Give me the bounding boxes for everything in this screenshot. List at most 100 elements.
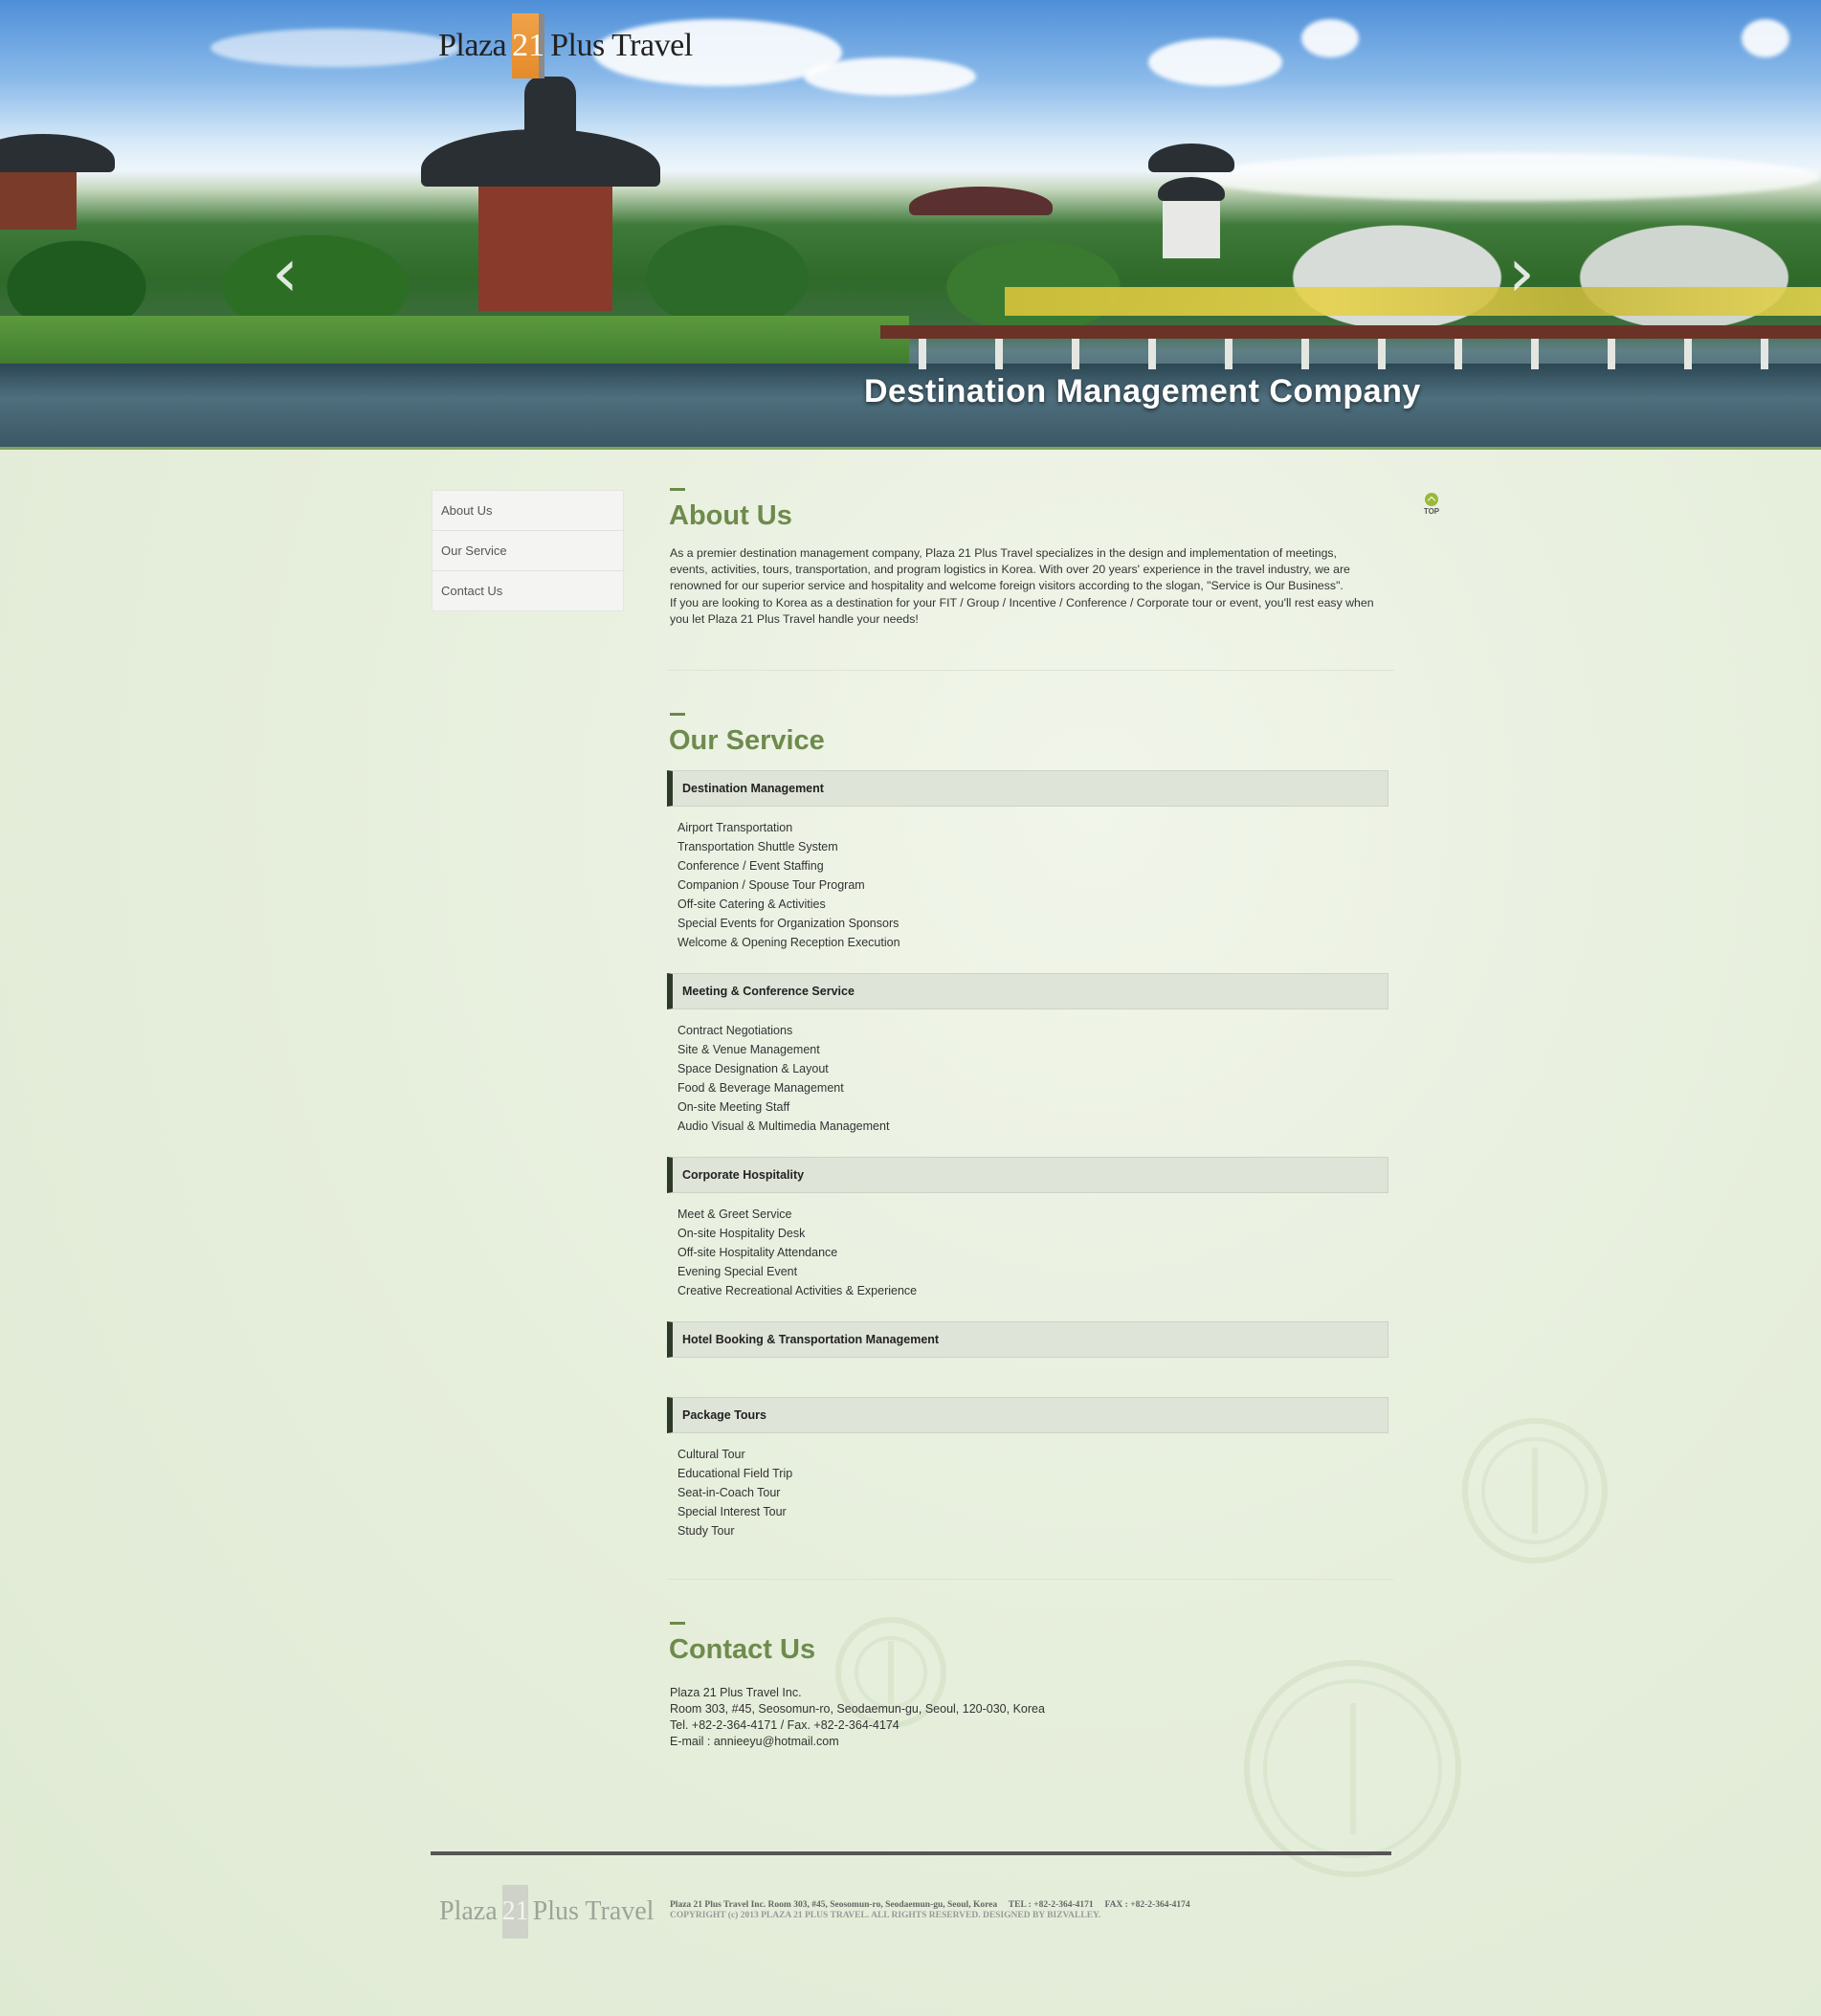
list-item: Contract Negotiations — [677, 1024, 793, 1038]
footer-info: Plaza 21 Plus Travel Inc. Room 303, #45,… — [670, 1900, 1190, 1921]
pavilion-body — [478, 187, 612, 311]
bridge-post — [1072, 339, 1079, 369]
service-list: Meet & Greet Service On-site Hospitality… — [677, 1205, 1394, 1300]
slider-next-button[interactable]: › — [1508, 234, 1546, 311]
hero-slogan: Destination Management Company — [864, 373, 1421, 410]
section-marker — [670, 1622, 685, 1626]
bridge-post — [1684, 339, 1692, 369]
contact-phone: Tel. +82-2-364-4171 / Fax. +82-2-364-417… — [670, 1718, 899, 1733]
list-item: On-site Hospitality Desk — [677, 1227, 806, 1241]
pavilion-body — [0, 172, 77, 230]
list-item: Off-site Hospitality Attendance — [677, 1246, 838, 1260]
list-item: Special Interest Tour — [677, 1505, 787, 1519]
service-heading: Hotel Booking & Transportation Managemen… — [667, 1321, 1388, 1359]
logo-number: 21 — [512, 13, 545, 78]
footer-logo-word-plus-travel: Plus Travel — [532, 1896, 655, 1926]
service-group: Package Tours Cultural Tour Educational … — [667, 1397, 1394, 1540]
about-paragraph-1: As a premier destination management comp… — [670, 546, 1350, 593]
pagoda-roof — [1148, 144, 1234, 172]
bridge-post — [1225, 339, 1233, 369]
list-item: Site & Venue Management — [677, 1043, 820, 1057]
service-heading: Meeting & Conference Service — [667, 973, 1388, 1010]
contact-email[interactable]: E-mail : annieeyu@hotmail.com — [670, 1734, 1394, 1750]
list-item: Educational Field Trip — [677, 1467, 793, 1481]
pavilion-spire — [524, 77, 576, 134]
service-heading: Corporate Hospitality — [667, 1157, 1388, 1194]
service-group: Meeting & Conference Service Contract Ne… — [667, 973, 1394, 1136]
list-item: Audio Visual & Multimedia Management — [677, 1119, 890, 1134]
bridge-post — [1608, 339, 1615, 369]
list-item: On-site Meeting Staff — [677, 1100, 790, 1115]
footer-copyright: COPYRIGHT (c) 2013 PLAZA 21 PLUS TRAVEL.… — [670, 1911, 1101, 1920]
service-section: Our Service Destination Management Airpo… — [667, 713, 1394, 1540]
logo-word-plus-travel: Plus Travel — [550, 28, 693, 63]
service-heading: Destination Management — [667, 770, 1388, 808]
list-item: Transportation Shuttle System — [677, 840, 838, 854]
main-content: About Us As a premier destination manage… — [667, 488, 1394, 1750]
list-item: Space Designation & Layout — [677, 1062, 829, 1076]
section-marker — [670, 713, 685, 717]
footer-logo: Plaza 21 Plus Travel — [439, 1885, 654, 1938]
service-title: Our Service — [669, 725, 825, 757]
service-list: Contract Negotiations Site & Venue Manag… — [677, 1021, 1394, 1136]
pavilion-roof — [421, 129, 660, 187]
forsythia — [1005, 287, 1821, 316]
bridge-post — [995, 339, 1003, 369]
about-section: About Us As a premier destination manage… — [667, 488, 1394, 628]
service-group: Destination Management Airport Transport… — [667, 770, 1394, 952]
footer-logo-number: 21 — [501, 1885, 529, 1938]
bridge-post — [1761, 339, 1768, 369]
slider-prev-button[interactable]: ‹ — [272, 234, 310, 311]
service-group: Corporate Hospitality Meet & Greet Servi… — [667, 1157, 1394, 1300]
logo-word-plaza: Plaza — [438, 28, 507, 63]
side-nav-our-service[interactable]: Our Service — [433, 531, 623, 571]
list-item: Food & Beverage Management — [677, 1081, 844, 1096]
seal-watermark — [1462, 1418, 1608, 1563]
cloud — [211, 29, 459, 67]
side-nav-contact-us[interactable]: Contact Us — [433, 571, 623, 610]
contact-company: Plaza 21 Plus Travel Inc. — [670, 1686, 802, 1700]
list-item: Special Events for Organization Sponsors — [677, 917, 899, 931]
list-item: Companion / Spouse Tour Program — [677, 878, 865, 893]
contact-section: Contact Us Plaza 21 Plus Travel Inc. Roo… — [667, 1622, 1394, 1750]
list-item: Evening Special Event — [677, 1265, 798, 1279]
side-nav: About Us Our Service Contact Us — [432, 490, 624, 611]
back-to-top-button[interactable]: TOP — [1420, 493, 1443, 516]
side-nav-about-us[interactable]: About Us — [433, 491, 623, 531]
cloud — [804, 57, 976, 96]
section-divider — [667, 1579, 1394, 1581]
pagoda-body — [1163, 201, 1220, 258]
list-item: Creative Recreational Activities & Exper… — [677, 1284, 918, 1298]
bridge — [880, 325, 1821, 339]
list-item: Seat-in-Coach Tour — [677, 1486, 781, 1500]
cloud — [1301, 19, 1359, 57]
service-heading: Package Tours — [667, 1397, 1388, 1434]
bridge-post — [1531, 339, 1539, 369]
cloud — [1148, 38, 1282, 86]
contact-address: Room 303, #45, Seosomun-ro, Seodaemun-gu… — [670, 1702, 1045, 1717]
about-title: About Us — [669, 500, 792, 531]
arrow-up-circle-icon — [1425, 493, 1438, 506]
bridge-post — [1301, 339, 1309, 369]
hero-divider — [0, 447, 1821, 450]
footer-divider — [431, 1851, 1391, 1855]
section-marker — [670, 488, 685, 491]
bridge-post — [1455, 339, 1462, 369]
bridge-post — [919, 339, 926, 369]
list-item: Cultural Tour — [677, 1448, 745, 1462]
about-paragraph-2: If you are looking to Korea as a destina… — [670, 595, 1374, 626]
list-item: Conference / Event Staffing — [677, 859, 824, 874]
section-divider — [667, 670, 1394, 672]
list-item: Study Tour — [677, 1524, 735, 1539]
contact-title: Contact Us — [669, 1634, 816, 1666]
list-item: Welcome & Opening Reception Execution — [677, 936, 900, 950]
service-group: Hotel Booking & Transportation Managemen… — [667, 1321, 1394, 1359]
contact-details: Plaza 21 Plus Travel Inc. Room 303, #45,… — [667, 1685, 1394, 1750]
service-list: Airport Transportation Transportation Sh… — [677, 818, 1394, 952]
footer-address: Plaza 21 Plus Travel Inc. Room 303, #45,… — [670, 1900, 1190, 1910]
site-logo[interactable]: Plaza 21 Plus Travel — [438, 13, 693, 78]
service-list: Cultural Tour Educational Field Trip Sea… — [677, 1445, 1394, 1540]
bridge-post — [1148, 339, 1156, 369]
list-item: Meet & Greet Service — [677, 1207, 792, 1222]
cloud — [1742, 19, 1789, 57]
